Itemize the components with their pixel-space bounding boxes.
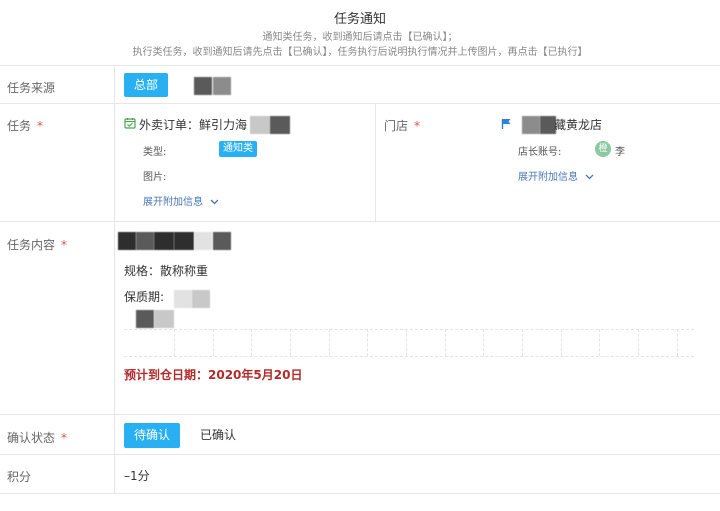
confirmed-button[interactable]: 已确认 xyxy=(190,423,246,448)
divider xyxy=(114,455,115,493)
store-manager-label: 店长账号: xyxy=(518,147,562,158)
table-grid-line xyxy=(124,356,694,357)
task-content-row: 任务内容 * 规格：散称称重 保质期: 预计到仓日期：2020年5月20日 xyxy=(0,222,720,415)
table-grid-line xyxy=(522,329,523,356)
spec-text: 规格：散称称重 xyxy=(124,264,209,278)
page-header: 任务通知 通知类任务，收到通知后请点击【已确认】； 执行类任务，收到通知后请先点… xyxy=(0,0,720,66)
divider xyxy=(114,104,115,221)
redacted-shelf-life xyxy=(174,290,192,308)
task-source-label: 任务来源 xyxy=(7,81,56,95)
redacted-content-2 xyxy=(136,232,154,250)
page-title: 任务通知 xyxy=(333,12,386,27)
task-row: 任务 * 外卖订单：鲜引力海 类型: 通知类 图片: 展开附加信息 门店 * 藏黄龙… xyxy=(0,104,720,222)
instruction-line-1: 通知类任务，收到通知后请点击【已确认】； xyxy=(262,32,458,43)
redacted-source xyxy=(194,77,212,95)
table-grid-line xyxy=(367,329,368,356)
divider xyxy=(114,415,115,454)
table-grid-line xyxy=(213,329,214,356)
flag-icon xyxy=(501,118,512,133)
points-label: 积分 xyxy=(7,470,32,484)
task-source-row: 任务来源 总部 xyxy=(0,66,720,104)
table-grid-line xyxy=(483,329,484,356)
store-expand-link[interactable]: 展开附加信息 xyxy=(518,168,594,183)
task-content-label: 任务内容 * xyxy=(7,238,68,252)
table-grid-line xyxy=(251,329,252,356)
store-manager-name: 李 xyxy=(615,147,625,158)
redacted-content xyxy=(118,232,136,250)
task-label: 任务 * xyxy=(7,119,44,133)
redacted-source-2 xyxy=(213,77,231,95)
redacted-content-4 xyxy=(174,232,194,250)
chevron-down-icon xyxy=(585,172,594,183)
store-label: 门店 * xyxy=(384,119,421,133)
arrival-date: 预计到仓日期：2020年5月20日 xyxy=(124,368,303,382)
instruction-line-2: 执行类任务，收到通知后请先点击【已确认】，任务执行后说明执行情况并上传图片，再点… xyxy=(132,47,588,58)
divider xyxy=(114,66,115,103)
table-grid-line xyxy=(124,329,694,330)
redacted-task-title-2 xyxy=(270,116,290,134)
redacted-task-title xyxy=(250,116,270,134)
store-name: 藏黄龙店 xyxy=(554,118,603,132)
table-grid-line xyxy=(445,329,446,356)
redacted-content-3 xyxy=(154,232,174,250)
confirm-status-row: 确认状态 * 待确认 已确认 xyxy=(0,415,720,455)
chevron-down-icon xyxy=(210,197,219,208)
table-grid-line xyxy=(174,329,175,356)
redacted-content-8 xyxy=(154,310,174,328)
table-grid-line xyxy=(406,329,407,356)
table-grid-line xyxy=(599,329,600,356)
calendar-check-icon xyxy=(124,117,136,132)
table-grid-line xyxy=(677,329,678,356)
points-value: –1分 xyxy=(124,469,150,483)
redacted-content-5 xyxy=(194,232,212,250)
table-grid-line xyxy=(561,329,562,356)
store-divider xyxy=(375,104,376,221)
points-row: 积分 –1分 xyxy=(0,455,720,494)
task-type-label: 类型: xyxy=(143,147,167,158)
manager-avatar: 橙 xyxy=(595,141,611,157)
table-grid-line xyxy=(329,329,330,356)
pending-button[interactable]: 待确认 xyxy=(124,423,180,448)
confirm-status-label: 确认状态 * xyxy=(7,431,68,445)
source-headquarters-button[interactable]: 总部 xyxy=(124,73,168,97)
table-grid-line xyxy=(290,329,291,356)
task-expand-link[interactable]: 展开附加信息 xyxy=(143,193,219,208)
redacted-shelf-life-2 xyxy=(192,290,210,308)
table-grid-line xyxy=(638,329,639,356)
redacted-content-7 xyxy=(136,310,154,328)
divider xyxy=(114,222,115,414)
redacted-content-6 xyxy=(213,232,231,250)
task-image-label: 图片: xyxy=(143,172,167,183)
redacted-store xyxy=(522,116,540,134)
task-title[interactable]: 外卖订单：鲜引力海 xyxy=(139,116,247,133)
task-type-badge: 通知类 xyxy=(219,141,257,157)
shelf-life-label: 保质期: xyxy=(124,290,165,304)
